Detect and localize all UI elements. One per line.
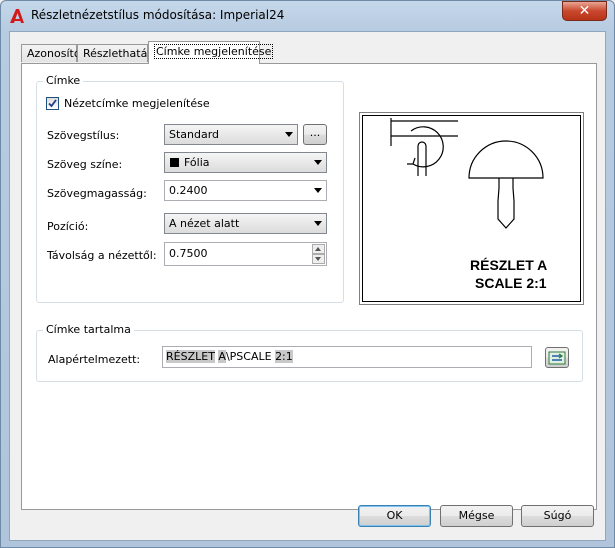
show-label-checkbox[interactable] [46, 97, 59, 110]
window-title: Részletnézetstílus módosítása: Imperial2… [31, 8, 285, 22]
insert-field-button[interactable] [545, 347, 569, 368]
position-dropdown[interactable]: A nézet alatt [164, 213, 327, 234]
autocad-logo-icon [10, 9, 24, 23]
help-label: Súgó [543, 509, 572, 522]
color-swatch [170, 158, 179, 167]
tab-label: Azonosító [27, 47, 81, 60]
text-height-input[interactable]: 0.2400 [164, 180, 327, 201]
label-group: Címke Nézetcímke megjelenítése Szövegstí… [36, 74, 344, 303]
title-bar[interactable]: Részletnézetstílus módosítása: Imperial2… [1, 1, 614, 29]
text-height-label: Szövegmagasság: [47, 187, 147, 200]
distance-label: Távolság a nézettől: [47, 249, 157, 262]
position-label: Pozíció: [47, 220, 89, 233]
group-legend: Címke tartalma [43, 323, 134, 336]
tab-detail-boundary[interactable]: Részlethatár [77, 44, 152, 62]
ok-label: OK [386, 509, 403, 522]
spin-down-button[interactable] [312, 254, 325, 264]
cancel-button[interactable]: Mégse [440, 505, 513, 527]
ok-button[interactable]: OK [358, 505, 431, 527]
show-label-text: Nézetcímke megjelenítése [64, 97, 210, 110]
detail-view-preview-image [390, 118, 544, 229]
text-height-value: 0.2400 [169, 184, 208, 197]
help-button[interactable]: Súgó [521, 505, 594, 527]
spin-up-icon [315, 247, 321, 251]
preview-panel: RÉSZLET A SCALE 2:1 [359, 112, 584, 305]
field-part: RÉSZLET [166, 350, 215, 363]
spin-down-icon [315, 257, 321, 261]
chevron-down-icon [314, 160, 322, 165]
cancel-label: Mégse [458, 509, 495, 522]
tab-label: Címke megjelenítése [154, 44, 274, 59]
text-color-value: Fólia [184, 156, 210, 169]
text-color-dropdown[interactable]: Fólia [164, 152, 327, 173]
text-style-label: Szövegstílus: [47, 129, 120, 142]
distance-value: 0.7500 [169, 247, 208, 260]
tab-label: Részlethatár [83, 47, 152, 60]
label-content-input[interactable]: RÉSZLET A\PSCALE 2:1 [162, 346, 532, 368]
close-icon: ✕ [578, 3, 591, 19]
ellipsis-label: ... [309, 126, 321, 139]
default-label: Alapértelmezett: [48, 353, 141, 366]
tab-identifier[interactable]: Azonosító [21, 44, 81, 62]
close-button[interactable]: ✕ [562, 1, 607, 21]
spin-up-button[interactable] [312, 244, 325, 254]
checkmark-icon [48, 99, 57, 108]
position-value: A nézet alatt [169, 217, 240, 230]
text-style-dropdown[interactable]: Standard [164, 124, 298, 145]
label-content-text: RÉSZLET A\PSCALE 2:1 [166, 350, 293, 363]
insert-field-icon [548, 351, 566, 365]
text-style-value: Standard [169, 128, 220, 141]
chevron-down-icon [314, 221, 322, 226]
distance-spinner[interactable]: 0.7500 [164, 242, 327, 266]
field-part: A [218, 350, 226, 363]
preview-label-line2: SCALE 2:1 [475, 275, 547, 291]
chevron-down-icon [314, 188, 322, 193]
tab-panel: Címke Nézetcímke megjelenítése Szövegstí… [21, 63, 597, 510]
label-content-group: Címke tartalma Alapértelmezett: RÉSZLET … [36, 323, 583, 382]
preview-label-line1: RÉSZLET A [470, 257, 548, 273]
preview-frame: RÉSZLET A SCALE 2:1 [362, 115, 581, 302]
field-part: 2:1 [275, 350, 293, 363]
tab-label-display[interactable]: Címke megjelenítése [148, 41, 274, 64]
text-part: \PSCALE [225, 350, 276, 363]
group-legend: Címke [43, 74, 84, 87]
chevron-down-icon [285, 132, 293, 137]
dialog-client-area: Azonosító Részlethatár Címke megjeleníté… [9, 31, 606, 541]
text-style-browse-button[interactable]: ... [303, 124, 327, 145]
dialog-window: Részletnézetstílus módosítása: Imperial2… [0, 0, 615, 548]
text-color-label: Szöveg színe: [47, 158, 123, 171]
